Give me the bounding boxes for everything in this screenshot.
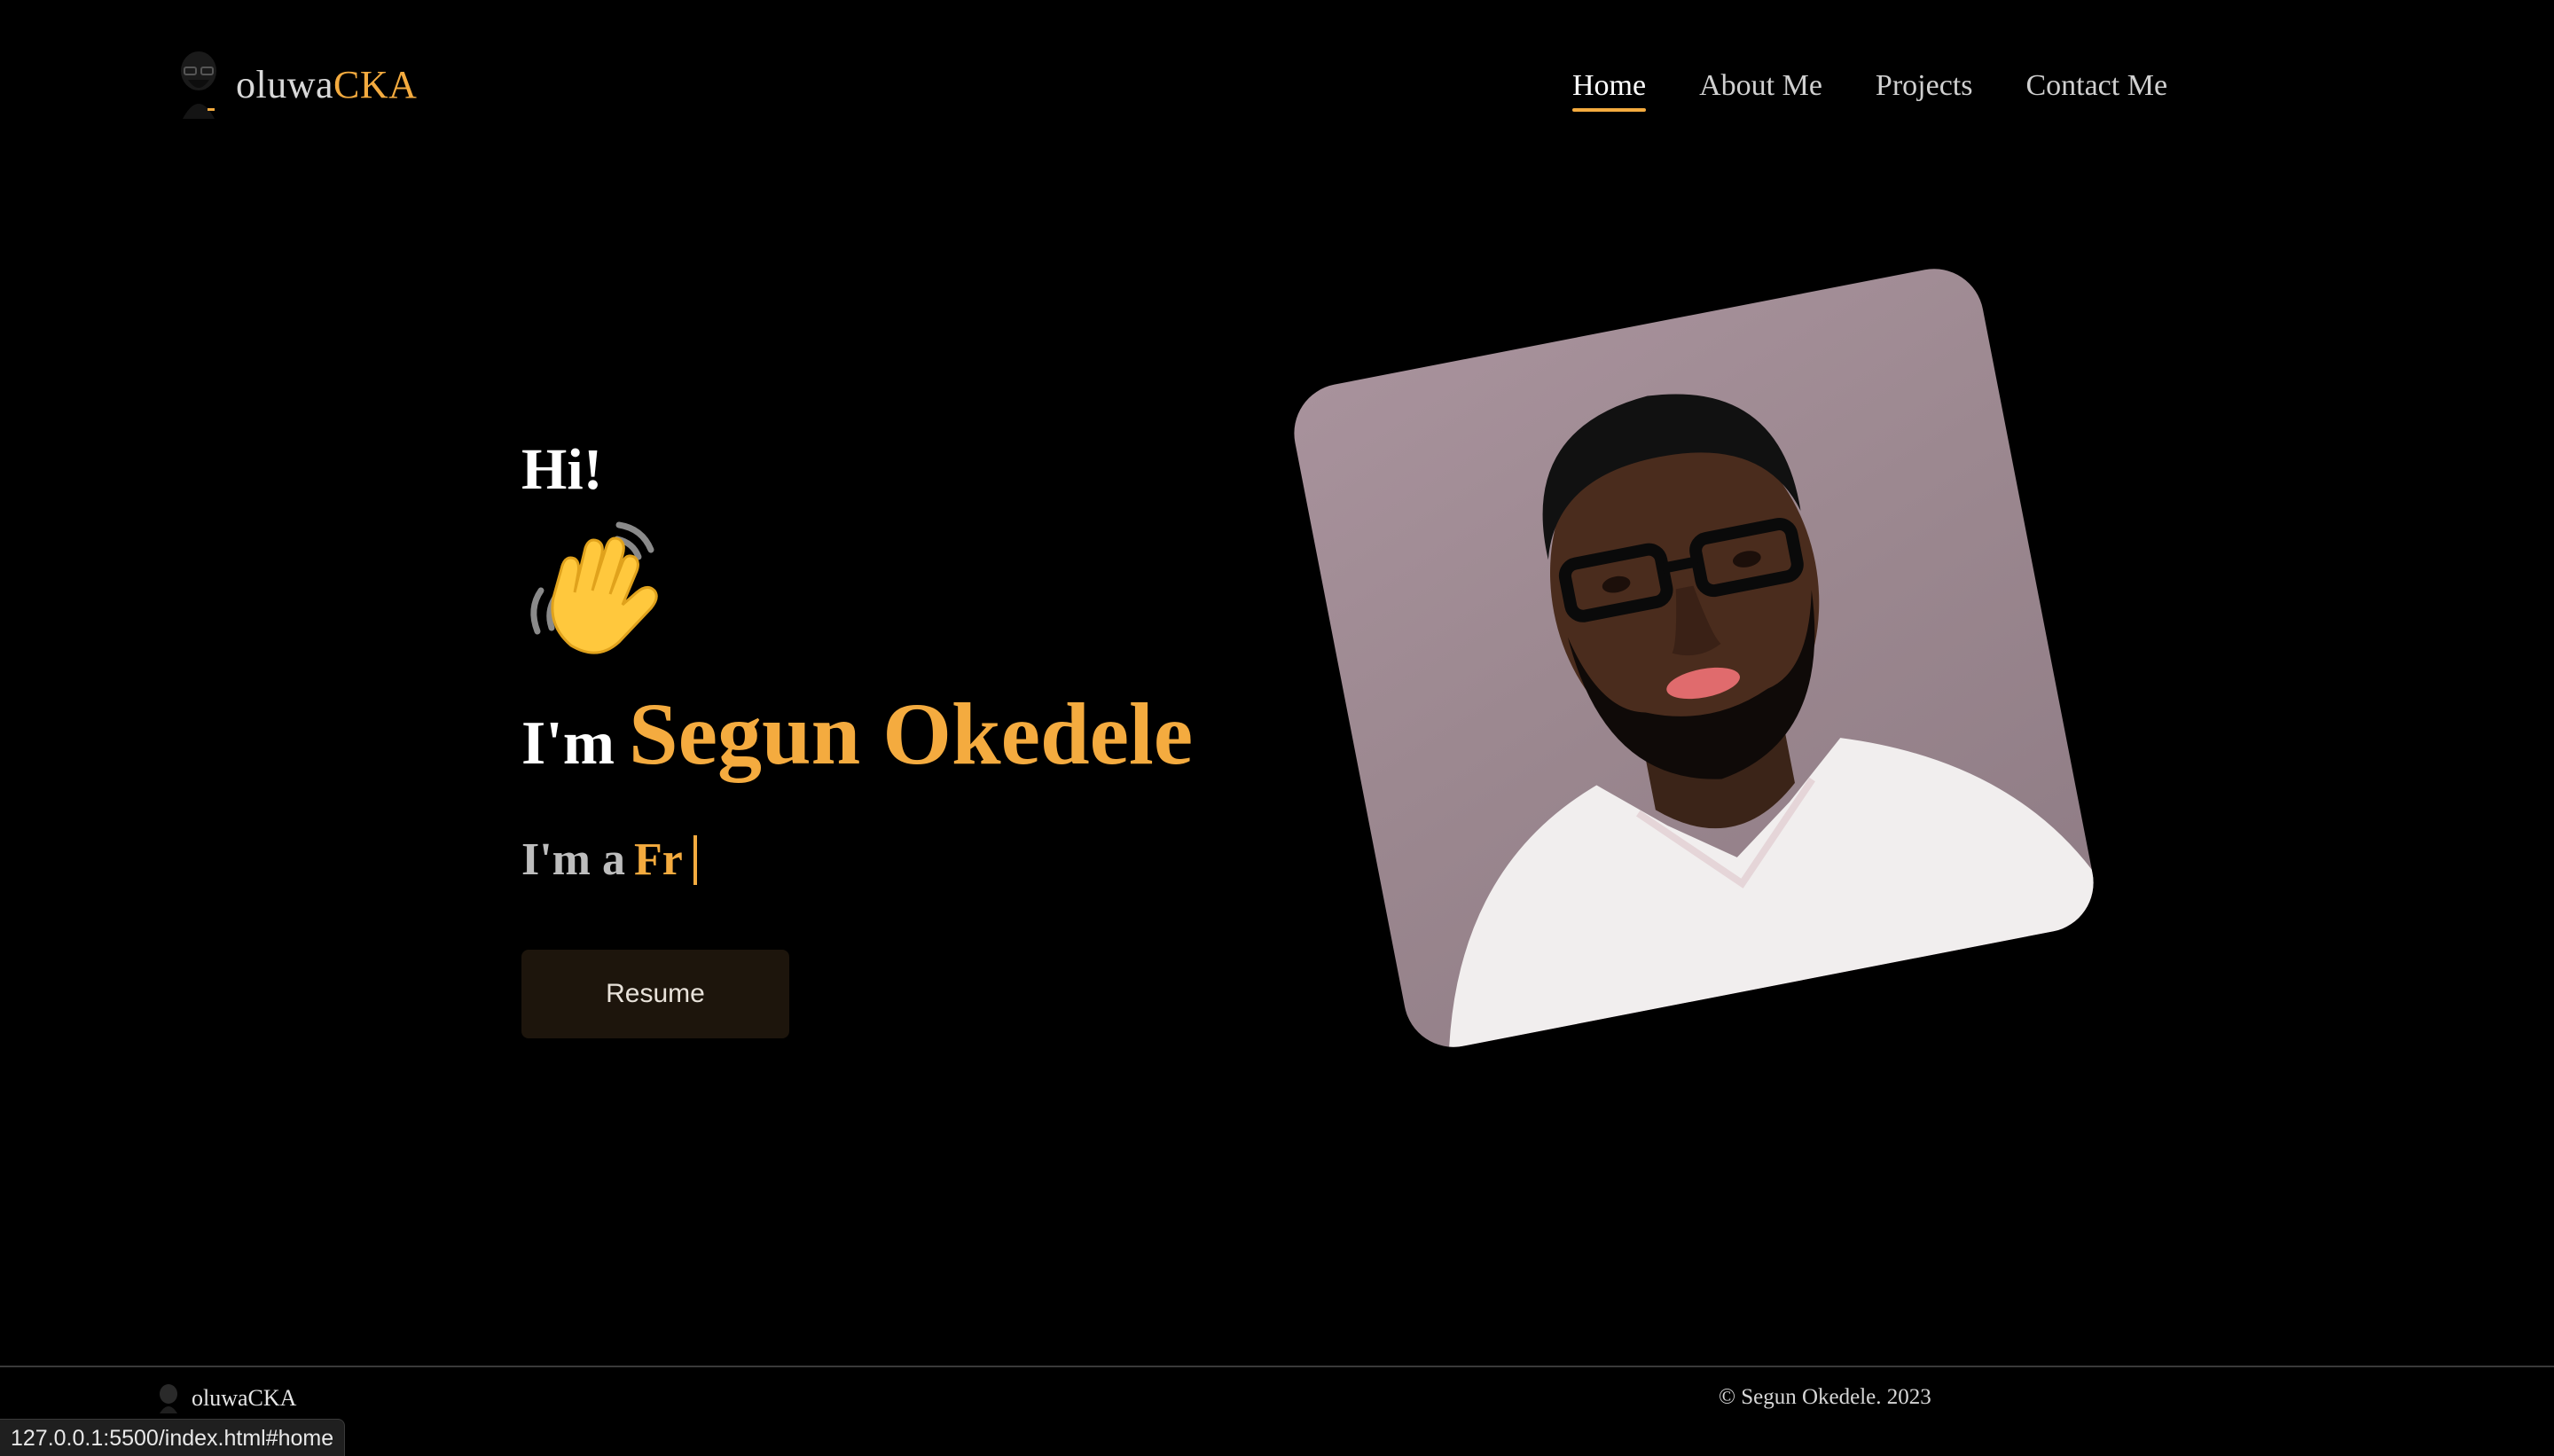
nav-item-projects[interactable]: Projects [1876, 69, 1973, 108]
footer-avatar-icon [160, 1384, 177, 1413]
browser-status-url: 127.0.0.1:5500/index.html#home [0, 1419, 346, 1456]
copyright-text: © Segun Okedele. 2023 [1719, 1385, 1931, 1409]
footer-logo-text: oluwaCKA [192, 1385, 297, 1411]
intro-label: I'm [521, 709, 615, 778]
page: oluwaCKA Home About Me Projects Contact … [0, 0, 2554, 1456]
avatar-logo-icon [181, 51, 216, 119]
resume-button[interactable]: Resume [521, 950, 789, 1038]
nav-item-contact[interactable]: Contact Me [2025, 69, 2167, 108]
role-label: I'm a [521, 834, 625, 885]
logo-text-prefix: oluwa [236, 62, 334, 106]
footer-divider [0, 1366, 2554, 1367]
nav-item-home[interactable]: Home [1572, 69, 1647, 112]
typing-caret [693, 834, 697, 885]
portrait-illustration [1449, 394, 2103, 1049]
nav-item-about[interactable]: About Me [1699, 69, 1822, 108]
main-nav: Home About Me Projects Contact Me [1572, 69, 2167, 112]
role-typed-text: Fr [634, 834, 683, 885]
waving-hand-icon [530, 521, 658, 654]
footer-logo[interactable]: oluwaCKA [154, 1383, 296, 1413]
logo-text: oluwaCKA [236, 62, 417, 107]
hero-role: I'm a Fr [521, 834, 697, 886]
site-logo[interactable]: oluwaCKA [172, 48, 417, 121]
profile-portrait [1285, 260, 2103, 1056]
hero-intro: I'm Segun Okedele [521, 683, 1193, 785]
logo-text-accent: CKA [333, 62, 418, 106]
hero-greeting: Hi! [521, 437, 603, 502]
hero-name: Segun Okedele [629, 685, 1194, 783]
